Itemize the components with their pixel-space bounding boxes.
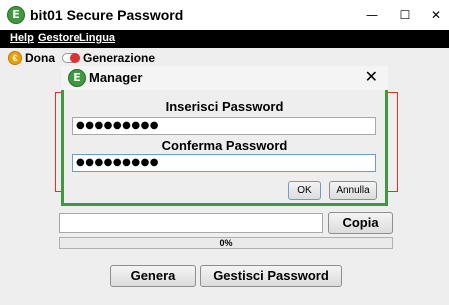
- dialog-title-bar[interactable]: E Manager ✕: [61, 66, 388, 90]
- dialog-title: Manager: [89, 70, 143, 85]
- title-bar: E bit01 Secure Password — ☐ ✕: [0, 0, 449, 30]
- confirm-password-label: Conferma Password: [161, 138, 288, 153]
- menu-bar: Help Gestore Lingua: [0, 30, 449, 48]
- minimize-button[interactable]: —: [360, 4, 384, 26]
- ok-button[interactable]: OK: [288, 181, 321, 200]
- menu-gestore[interactable]: Gestore: [38, 32, 80, 44]
- cancel-button[interactable]: Annulla: [329, 181, 377, 200]
- close-button[interactable]: ✕: [424, 4, 448, 26]
- window-title: bit01 Secure Password: [30, 7, 184, 23]
- manage-passwords-button[interactable]: Gestisci Password: [200, 265, 342, 287]
- maximize-button[interactable]: ☐: [393, 4, 417, 26]
- dialog-body: Inserisci Password ●●●●●●●●● Conferma Pa…: [64, 90, 385, 203]
- password-output-field[interactable]: [59, 213, 323, 233]
- copy-button[interactable]: Copia: [328, 212, 393, 234]
- dona-button[interactable]: € Dona: [8, 51, 55, 65]
- generazione-toggle[interactable]: Generazione: [62, 51, 155, 65]
- strength-progress-bar: 0%: [59, 237, 393, 249]
- app-logo-icon: E: [68, 69, 86, 87]
- confirm-password-field[interactable]: ●●●●●●●●●: [72, 154, 376, 172]
- password-label: Inserisci Password: [165, 99, 284, 114]
- menu-help[interactable]: Help: [10, 32, 34, 44]
- menu-lingua[interactable]: Lingua: [79, 32, 115, 44]
- app-logo-icon: E: [7, 6, 25, 24]
- dona-label: Dona: [25, 51, 55, 65]
- manager-dialog: E Manager ✕ Inserisci Password ●●●●●●●●●…: [61, 66, 388, 206]
- dialog-close-button[interactable]: ✕: [365, 67, 378, 86]
- password-field[interactable]: ●●●●●●●●●: [72, 117, 376, 135]
- generazione-label: Generazione: [83, 51, 156, 65]
- coin-icon: €: [8, 51, 22, 65]
- generate-button[interactable]: Genera: [110, 265, 196, 287]
- toggle-icon: [62, 53, 80, 63]
